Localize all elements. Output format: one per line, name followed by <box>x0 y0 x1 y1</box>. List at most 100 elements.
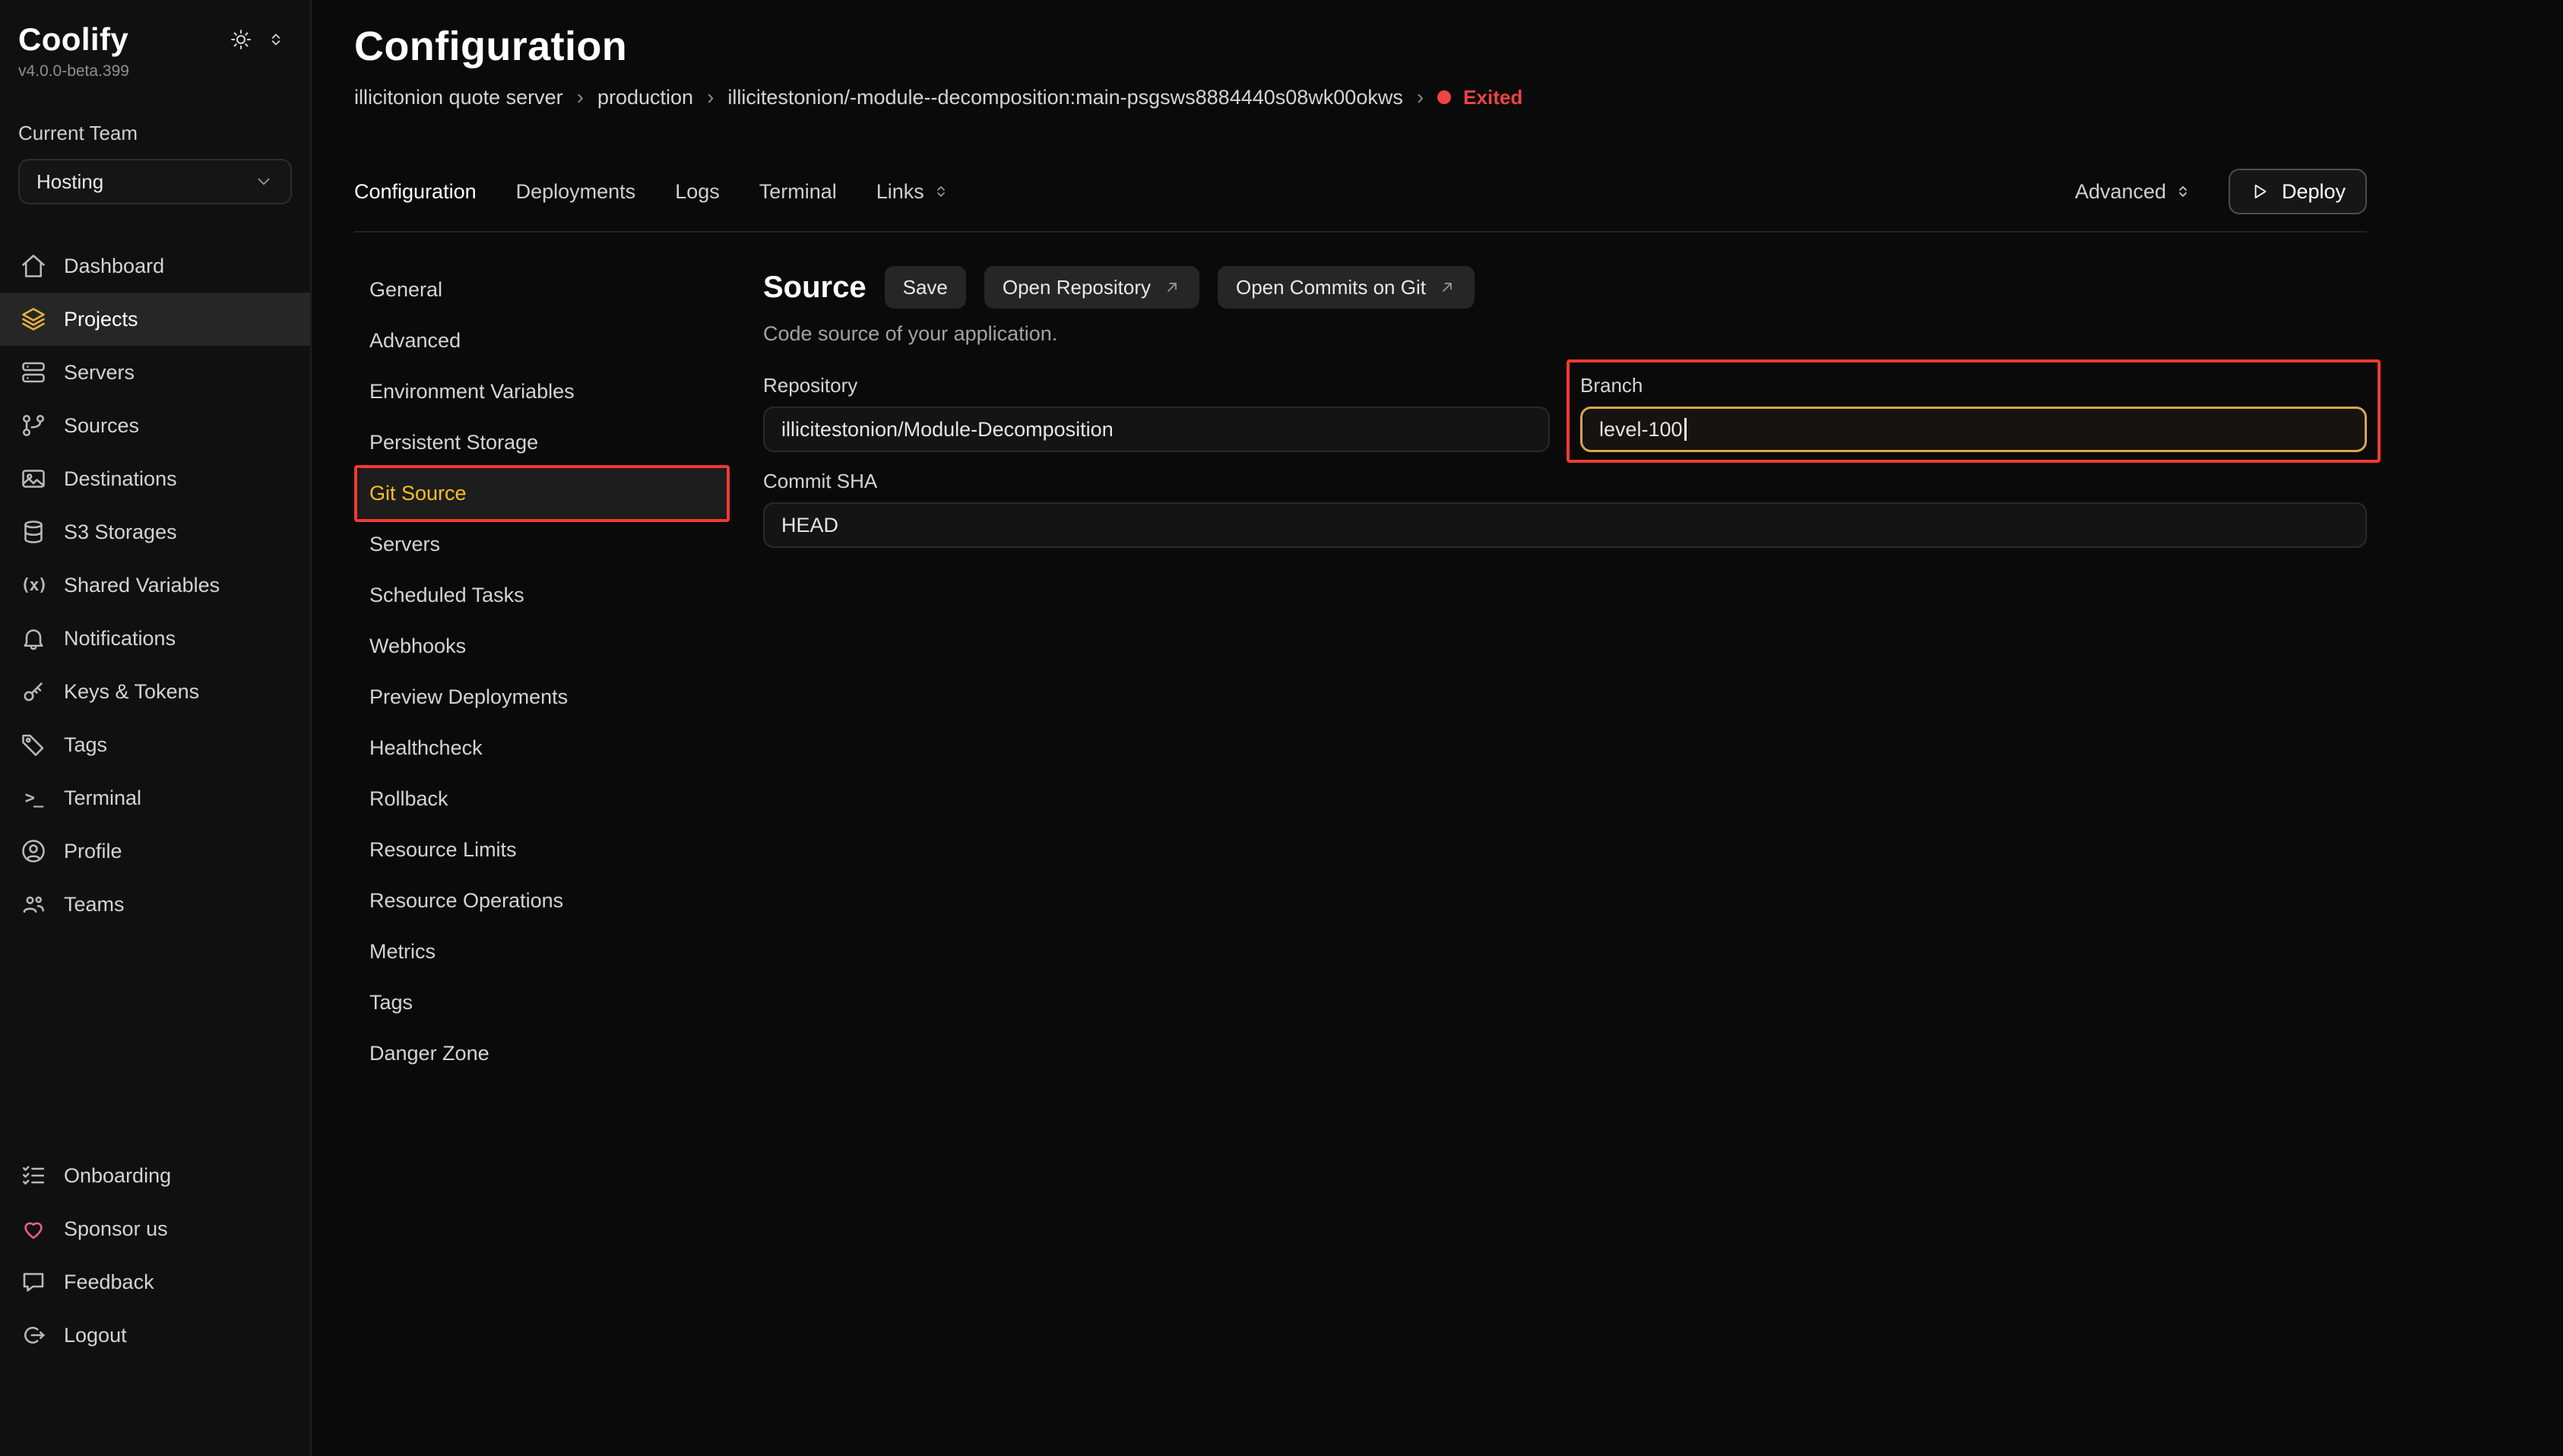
external-link-icon <box>1438 278 1456 296</box>
save-button[interactable]: Save <box>885 266 966 309</box>
source-title: Source <box>763 271 866 305</box>
tab-logs[interactable]: Logs <box>675 180 720 204</box>
subnav-item-advanced[interactable]: Advanced <box>354 315 730 366</box>
open-repository-button[interactable]: Open Repository <box>984 266 1199 309</box>
sidebar-item-teams[interactable]: Teams <box>0 878 310 931</box>
main-content: Configuration illicitonion quote server … <box>312 0 2563 1456</box>
sidebar-item-profile[interactable]: Profile <box>0 825 310 878</box>
database-icon <box>20 518 47 546</box>
image-frame-icon <box>20 465 47 492</box>
deploy-button[interactable]: Deploy <box>2229 169 2367 214</box>
subnav-item-scheduled-tasks[interactable]: Scheduled Tasks <box>354 570 730 621</box>
repository-label: Repository <box>763 373 1550 397</box>
advanced-selector[interactable]: Advanced <box>2075 180 2192 204</box>
breadcrumb-environment[interactable]: production <box>597 86 693 109</box>
sidebar-item-keys-tokens[interactable]: Keys & Tokens <box>0 665 310 718</box>
sidebar-item-sponsor[interactable]: Sponsor us <box>0 1202 310 1255</box>
version-selector-icon[interactable] <box>266 30 286 49</box>
status-dot-icon <box>1437 90 1451 104</box>
user-circle-icon <box>20 837 47 865</box>
chat-bubble-icon <box>20 1268 47 1296</box>
heart-icon <box>20 1215 47 1242</box>
source-header: Source Save Open Repository Open Commits… <box>763 264 2367 310</box>
logout-icon <box>20 1321 47 1349</box>
sidebar-item-onboarding[interactable]: Onboarding <box>0 1149 310 1202</box>
app-window: Coolify v4.0.0-beta.399 Current Team Hos… <box>0 0 2563 1456</box>
commit-sha-input[interactable] <box>763 502 2367 548</box>
users-group-icon <box>20 891 47 918</box>
subnav-item-servers[interactable]: Servers <box>354 519 730 570</box>
checklist-icon <box>20 1162 47 1189</box>
status-badge: Exited <box>1437 86 1522 109</box>
chevrons-up-down-icon <box>932 182 950 201</box>
branch-field: Branch level-100 <box>1580 373 2367 452</box>
breadcrumb-separator-icon: › <box>1417 85 1424 109</box>
current-team-label: Current Team <box>0 81 310 145</box>
tag-icon <box>20 731 47 758</box>
variables-icon: (x) <box>20 571 47 599</box>
tab-deployments[interactable]: Deployments <box>516 180 636 204</box>
chevron-down-icon <box>254 172 274 191</box>
text-cursor <box>1684 418 1687 441</box>
team-select[interactable]: Hosting <box>18 159 292 204</box>
commit-sha-label: Commit SHA <box>763 469 2367 493</box>
brand-row: Coolify <box>0 21 310 58</box>
breadcrumb: illicitonion quote server › production ›… <box>354 85 2367 109</box>
configuration-content: General Advanced Environment Variables P… <box>354 233 2367 1456</box>
sidebar-item-servers[interactable]: Servers <box>0 346 310 399</box>
branch-input[interactable]: level-100 <box>1580 407 2367 452</box>
sidebar-item-logout[interactable]: Logout <box>0 1309 310 1362</box>
subnav-item-rollback[interactable]: Rollback <box>354 774 730 825</box>
breadcrumb-application[interactable]: illicitestonion/-module--decomposition:m… <box>727 86 1402 109</box>
subnav-item-resource-operations[interactable]: Resource Operations <box>354 875 730 926</box>
subnav-item-git-source[interactable]: Git Source <box>354 468 730 519</box>
home-icon <box>20 252 47 280</box>
play-icon <box>2250 182 2270 201</box>
sidebar-item-sources[interactable]: Sources <box>0 399 310 452</box>
breadcrumb-separator-icon: › <box>707 85 714 109</box>
config-subnav: General Advanced Environment Variables P… <box>354 264 730 1456</box>
sidebar-item-destinations[interactable]: Destinations <box>0 452 310 505</box>
team-select-value: Hosting <box>36 170 103 194</box>
sidebar-item-terminal[interactable]: >_ Terminal <box>0 771 310 825</box>
sidebar-item-projects[interactable]: Projects <box>0 293 310 346</box>
git-source-panel: Source Save Open Repository Open Commits… <box>763 264 2367 1456</box>
sidebar-item-dashboard[interactable]: Dashboard <box>0 239 310 293</box>
subnav-item-general[interactable]: General <box>354 264 730 315</box>
repository-input[interactable] <box>763 407 1550 452</box>
external-link-icon <box>1163 278 1181 296</box>
app-version: v4.0.0-beta.399 <box>0 58 310 81</box>
subnav-item-webhooks[interactable]: Webhooks <box>354 621 730 672</box>
sidebar: Coolify v4.0.0-beta.399 Current Team Hos… <box>0 0 312 1456</box>
theme-sun-icon[interactable] <box>230 28 252 51</box>
subnav-item-tags[interactable]: Tags <box>354 977 730 1028</box>
breadcrumb-project[interactable]: illicitonion quote server <box>354 86 563 109</box>
subnav-item-preview-deployments[interactable]: Preview Deployments <box>354 672 730 723</box>
sidebar-item-feedback[interactable]: Feedback <box>0 1255 310 1309</box>
server-icon <box>20 359 47 386</box>
sidebar-item-notifications[interactable]: Notifications <box>0 612 310 665</box>
brand-logo: Coolify <box>18 21 128 58</box>
tab-links[interactable]: Links <box>876 180 950 204</box>
sidebar-nav: Dashboard Projects Servers Sources Desti… <box>0 239 310 931</box>
subnav-item-danger-zone[interactable]: Danger Zone <box>354 1028 730 1079</box>
key-icon <box>20 678 47 705</box>
repository-field: Repository <box>763 373 1550 452</box>
subnav-item-resource-limits[interactable]: Resource Limits <box>354 825 730 875</box>
sidebar-item-tags[interactable]: Tags <box>0 718 310 771</box>
sidebar-item-shared-variables[interactable]: (x) Shared Variables <box>0 559 310 612</box>
terminal-icon: >_ <box>20 784 47 812</box>
subnav-item-persistent-storage[interactable]: Persistent Storage <box>354 417 730 468</box>
chevrons-up-down-icon <box>2174 182 2192 201</box>
tab-terminal[interactable]: Terminal <box>759 180 837 204</box>
sidebar-item-s3-storages[interactable]: S3 Storages <box>0 505 310 559</box>
sidebar-footer-nav: Onboarding Sponsor us Feedback Logout <box>0 1149 310 1456</box>
bell-icon <box>20 625 47 652</box>
subnav-item-environment-variables[interactable]: Environment Variables <box>354 366 730 417</box>
tab-configuration[interactable]: Configuration <box>354 180 477 204</box>
open-commits-button[interactable]: Open Commits on Git <box>1218 266 1475 309</box>
branch-label: Branch <box>1580 373 2367 397</box>
subnav-item-metrics[interactable]: Metrics <box>354 926 730 977</box>
subnav-item-healthcheck[interactable]: Healthcheck <box>354 723 730 774</box>
tabs-row: Configuration Deployments Logs Terminal … <box>354 169 2367 214</box>
